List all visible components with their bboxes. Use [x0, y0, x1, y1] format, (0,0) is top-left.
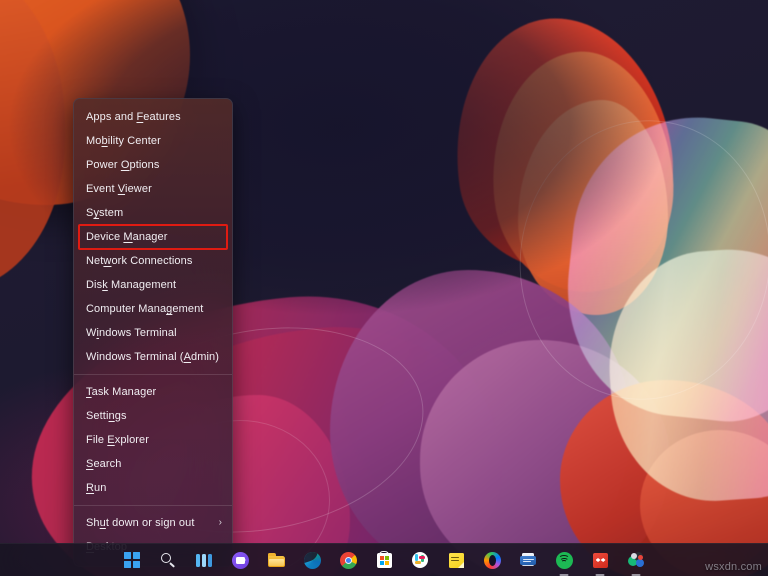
menu-separator: [74, 505, 232, 506]
menu-item-label: Settings: [86, 410, 127, 422]
red-app-button[interactable]: [587, 547, 613, 576]
menu-item-mobility-center[interactable]: Mobility Center: [74, 129, 232, 153]
multicolor-app-icon: [627, 551, 645, 569]
menu-item-system[interactable]: System: [74, 201, 232, 225]
menu-item-settings[interactable]: Settings: [74, 404, 232, 428]
document-app-icon: [520, 552, 536, 568]
chrome-button[interactable]: [335, 547, 361, 573]
menu-item-network-connections[interactable]: Network Connections: [74, 249, 232, 273]
task-view-button[interactable]: [191, 547, 217, 573]
menu-item-label: Computer Management: [86, 303, 204, 315]
menu-item-label: File Explorer: [86, 434, 150, 446]
task-view-icon: [196, 553, 212, 567]
slack-icon: [412, 552, 428, 568]
store-icon: [376, 550, 392, 568]
menu-item-shut-down-or-sign-out[interactable]: Shut down or sign out ›: [74, 511, 232, 535]
menu-item-label: System: [86, 207, 124, 219]
menu-item-label: Power Options: [86, 159, 160, 171]
multicolor-app-button[interactable]: [623, 547, 649, 576]
watermark: wsxdn.com: [705, 561, 762, 573]
menu-item-power-options[interactable]: Power Options: [74, 153, 232, 177]
spotify-icon: [555, 551, 573, 569]
menu-item-label: Task Manager: [86, 386, 157, 398]
menu-item-computer-management[interactable]: Computer Management: [74, 297, 232, 321]
taskbar[interactable]: [0, 543, 768, 576]
menu-item-label: Windows Terminal (Admin): [86, 351, 220, 363]
start-button[interactable]: [119, 547, 145, 573]
menu-item-label: Apps and Features: [86, 111, 181, 123]
edge-icon: [303, 551, 321, 569]
menu-item-device-manager[interactable]: Device Manager: [74, 225, 232, 249]
menu-item-label: Windows Terminal: [86, 327, 177, 339]
menu-item-label: Device Manager: [86, 231, 168, 243]
taskbar-icon-group: [119, 547, 649, 576]
folder-icon: [267, 553, 285, 567]
menu-item-apps-and-features[interactable]: Apps and Features: [74, 105, 232, 129]
sticky-notes-icon: [448, 552, 464, 568]
menu-item-windows-terminal-admin[interactable]: Windows Terminal (Admin): [74, 345, 232, 369]
winx-quick-link-menu[interactable]: Apps and Features Mobility Center Power Op…: [73, 98, 233, 567]
windows-logo-icon: [124, 552, 140, 568]
winx-menu-list: Apps and Features Mobility Center Power Op…: [74, 105, 232, 559]
menu-item-disk-management[interactable]: Disk Management: [74, 273, 232, 297]
menu-item-label: Shut down or sign out: [86, 517, 195, 529]
menu-item-label: Mobility Center: [86, 135, 161, 147]
red-app-icon: [592, 552, 608, 568]
menu-item-task-manager[interactable]: Task Manager: [74, 380, 232, 404]
menu-item-event-viewer[interactable]: Event Viewer: [74, 177, 232, 201]
menu-item-label: Network Connections: [86, 255, 193, 267]
sticky-notes-button[interactable]: [443, 547, 469, 573]
slack-button[interactable]: [407, 547, 433, 573]
menu-item-search[interactable]: Search: [74, 452, 232, 476]
chat-button[interactable]: [227, 547, 253, 573]
opera-icon: [483, 551, 501, 569]
menu-item-label: Event Viewer: [86, 183, 152, 195]
spotify-button[interactable]: [551, 547, 577, 576]
opera-button[interactable]: [479, 547, 505, 573]
menu-item-windows-terminal[interactable]: Windows Terminal: [74, 321, 232, 345]
chevron-right-icon: ›: [218, 517, 222, 528]
document-app-button[interactable]: [515, 547, 541, 573]
menu-separator: [74, 374, 232, 375]
chat-icon: [231, 551, 249, 569]
menu-item-file-explorer[interactable]: File Explorer: [74, 428, 232, 452]
menu-item-label: Search: [86, 458, 122, 470]
file-explorer-button[interactable]: [263, 547, 289, 573]
edge-button[interactable]: [299, 547, 325, 573]
menu-item-label: Run: [86, 482, 107, 494]
chrome-icon: [339, 551, 357, 569]
menu-item-label: Disk Management: [86, 279, 177, 291]
microsoft-store-button[interactable]: [371, 547, 397, 573]
search-icon: [160, 552, 176, 568]
search-button[interactable]: [155, 547, 181, 573]
menu-item-run[interactable]: Run: [74, 476, 232, 500]
